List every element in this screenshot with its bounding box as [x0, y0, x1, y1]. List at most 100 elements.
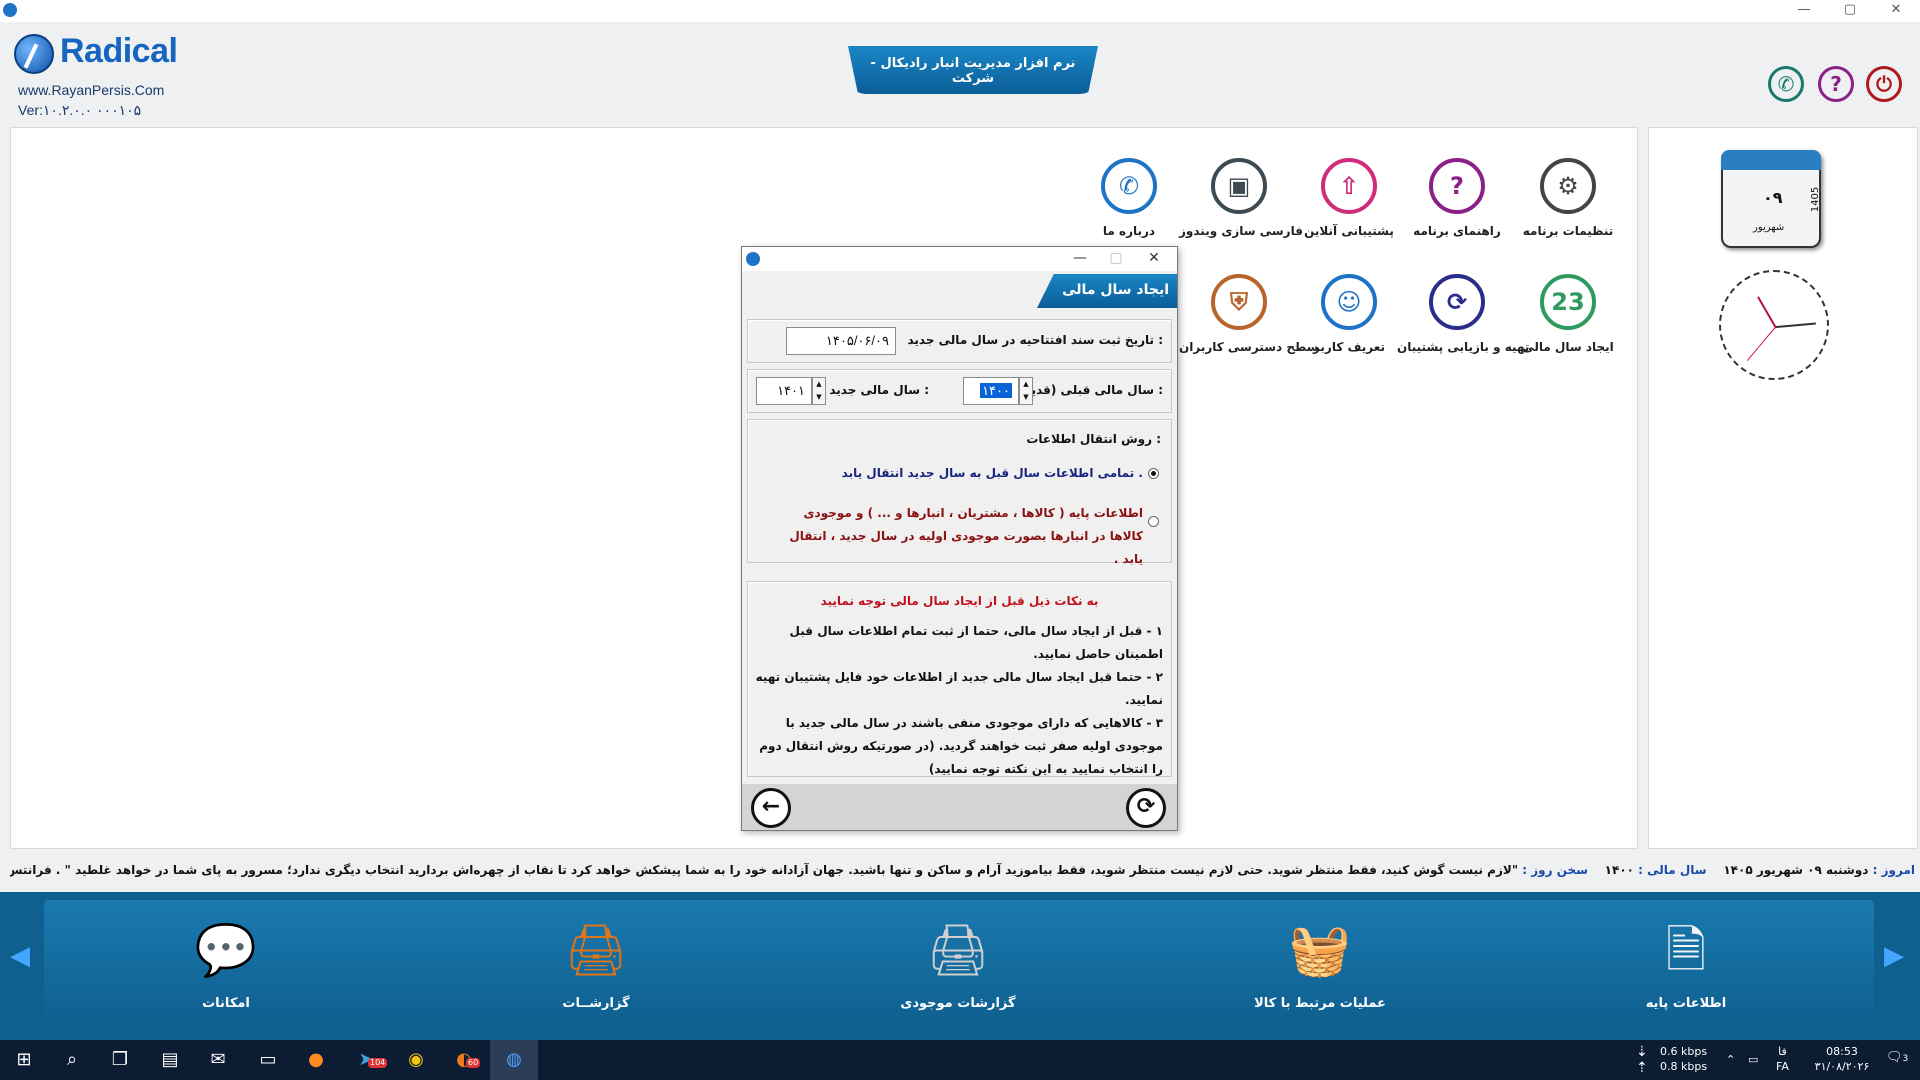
back-button[interactable]: ←: [751, 788, 791, 828]
option-base-radio[interactable]: [1148, 516, 1159, 527]
option-base-label[interactable]: اطلاعات پایه ( کالاها ، مشتریان ، انباره…: [773, 502, 1143, 571]
minimize-button[interactable]: —: [1781, 0, 1827, 22]
dialog-minimize-button[interactable]: —: [1062, 247, 1098, 271]
dialog-footer: ← ⟳: [742, 784, 1177, 830]
notes-list: ۱ - قبل از ایجاد سال مالی، حتما از ثبت ت…: [753, 620, 1163, 781]
tray-chevron-icon[interactable]: ⌃: [1726, 1052, 1735, 1067]
notifications-icon[interactable]: 🗨3: [1886, 1050, 1908, 1067]
chrome-icon[interactable]: ◉: [392, 1040, 440, 1080]
tile-label: فارسی سازی ویندوز: [1179, 224, 1303, 238]
transfer-method-title: روش انتقال اطلاعات :: [1026, 432, 1161, 446]
call-button[interactable]: ✆: [1768, 66, 1804, 102]
opening-date-group: تاریخ ثبت سند افتتاحیه در سال مالی جدید …: [747, 319, 1172, 363]
app-title: نرم افزار مدیریت انبار رادیکال - شرکت: [870, 56, 1076, 86]
question-icon: ?: [1429, 158, 1485, 214]
new-year-label: سال مالی جدید :: [829, 383, 929, 397]
backup-icon: ⟳: [1429, 274, 1485, 330]
app-icon: [3, 3, 17, 17]
tile-backup[interactable]: ⟳ تهیه و بازیابی پشتیبان: [1397, 274, 1530, 374]
dock-scroll-right-icon[interactable]: ▶: [1882, 943, 1906, 969]
radical-logo: Radical: [14, 32, 184, 76]
calendar-widget: ۰۹ شهریور 1405: [1721, 150, 1821, 248]
mail-icon[interactable]: ✉: [194, 1040, 242, 1080]
calendar-year: 1405: [1810, 186, 1822, 213]
chat-pencil-icon: 💬: [194, 921, 258, 979]
website-link[interactable]: www.RayanPersis.Com: [18, 82, 164, 98]
file-explorer-icon[interactable]: ▭: [244, 1040, 292, 1080]
calendar-month: شهریور: [1753, 222, 1785, 233]
opening-date-field[interactable]: ۱۴۰۵/۰۶/۰۹: [786, 327, 896, 355]
task-view-icon[interactable]: ❐: [96, 1040, 144, 1080]
tile-monitor[interactable]: ▣ فارسی سازی ویندوز: [1179, 158, 1303, 258]
calendar-day: ۰۹: [1763, 188, 1783, 207]
app-header: Radical www.RayanPersis.Com Ver:۱۰.۲.۰.۰…: [0, 22, 1920, 122]
tile-cloud-upload[interactable]: ⇧ پشتیبانی آنلاین: [1289, 158, 1409, 258]
start-icon[interactable]: ⊞: [0, 1040, 48, 1080]
dock-item-report-printer[interactable]: 🖨 گزارشــات: [496, 918, 696, 1028]
dock-item-documents[interactable]: 🗎 اطلاعات پایه: [1586, 918, 1786, 1028]
app-badge: 60: [466, 1058, 481, 1068]
note-item: ۳ - کالاهایی که دارای موجودی منفی باشند …: [759, 716, 1163, 776]
quote-label: سخن روز :: [1522, 863, 1588, 877]
app-orange-icon[interactable]: ◐ 60: [440, 1040, 488, 1080]
dock-item-printer-star[interactable]: 🖨 گزارشات موجودی: [858, 918, 1058, 1028]
clock-second-hand: [1746, 326, 1776, 362]
search-icon[interactable]: ⌕: [48, 1040, 96, 1080]
dialog-close-button[interactable]: ✕: [1136, 247, 1172, 271]
quote-of-day: "لازم نیست گوش کنید، فقط منتظر شوید. حتی…: [10, 863, 1519, 877]
dock-item-basket[interactable]: 🧺 عملیات مرتبط با کالا: [1220, 918, 1420, 1028]
tile-user[interactable]: ☺ تعریف کاربر: [1289, 274, 1409, 374]
tile-question[interactable]: ? راهنمای برنامه: [1397, 158, 1517, 258]
printer-star-icon: 🖨: [926, 921, 990, 979]
tray-time: 08:53: [1826, 1045, 1858, 1058]
create-fiscal-year-dialog: — ▢ ✕ ایجاد سال مالی تاریخ ثبت سند افتتا…: [741, 246, 1178, 831]
old-year-spinner[interactable]: ▲ ▼: [1019, 377, 1033, 405]
windows-taskbar: ⊞ ⌕ ❐ ▤ ✉ ▭ ● ➤ 104 ◉ ◐ 60 ◍ ⇣ ⇡ 0.6 kbps 0…: [0, 1040, 1920, 1080]
new-year-spinner[interactable]: ▲ ▼: [812, 377, 826, 405]
brand-name: Radical: [60, 32, 178, 70]
fiscal-year-value: ۱۴۰۰: [1604, 863, 1634, 877]
firefox-icon[interactable]: ●: [292, 1040, 340, 1080]
tile-gear[interactable]: ⚙ تنظیمات برنامه: [1508, 158, 1628, 258]
tile-calendar[interactable]: 23 ایجاد سال مالی: [1508, 274, 1628, 374]
dock-item-label: امکانات: [202, 996, 250, 1011]
dock-strip: 🗎 اطلاعات پایه 🧺 عملیات مرتبط با کالا 🖨 گزارش…: [44, 900, 1874, 1026]
net-down: 0.6 kbps: [1660, 1045, 1708, 1058]
dock-scroll-left-icon[interactable]: ◀: [8, 943, 32, 969]
tile-label: درباره ما: [1102, 224, 1156, 238]
tile-label: سطح دسترسی کاربران: [1179, 340, 1319, 354]
tile-shield[interactable]: ⛨ سطح دسترسی کاربران: [1179, 274, 1319, 374]
transfer-method-group: روش انتقال اطلاعات : تمامی اطلاعات سال ق…: [747, 419, 1172, 566]
tile-label: تهیه و بازیابی پشتیبان: [1397, 340, 1530, 354]
old-year-field[interactable]: ۱۴۰۰: [963, 377, 1019, 405]
app-title-tab: نرم افزار مدیریت انبار رادیکال - شرکت: [848, 46, 1098, 94]
calendar-icon: 23: [1540, 274, 1596, 330]
notification-count: 3: [1902, 1054, 1909, 1064]
radical-taskbar-icon[interactable]: ◍: [490, 1040, 538, 1080]
option-all-label[interactable]: تمامی اطلاعات سال قبل به سال جدید انتقال…: [842, 466, 1143, 480]
side-panel: ۰۹ شهریور 1405: [1648, 127, 1918, 849]
clock-hour-hand: [1775, 322, 1816, 328]
version-label: Ver:۱۰.۲.۰.۰ ۰۰۰۱۰۵: [18, 102, 142, 118]
gear-icon: ⚙: [1540, 158, 1596, 214]
help-button[interactable]: ?: [1818, 66, 1854, 102]
dock-item-label: عملیات مرتبط با کالا: [1254, 996, 1386, 1011]
option-all-radio[interactable]: [1148, 468, 1159, 479]
new-year-field[interactable]: ۱۴۰۱: [756, 377, 812, 405]
shield-icon: ⛨: [1211, 274, 1267, 330]
clock-date[interactable]: 08:53 ۳۱/۰۸/۲۰۲۶: [1804, 1044, 1880, 1074]
logo-mark-icon: [14, 34, 54, 74]
store-icon[interactable]: ▤: [146, 1040, 194, 1080]
create-confirm-button[interactable]: ⟳: [1126, 788, 1166, 828]
close-button[interactable]: ✕: [1873, 0, 1919, 22]
calendar-binding: [1721, 150, 1821, 170]
dock-item-chat-pencil[interactable]: 💬 امکانات: [126, 918, 326, 1028]
restore-button[interactable]: ▢: [1827, 0, 1873, 22]
tile-phone[interactable]: ✆ درباره ما: [1069, 158, 1189, 258]
exit-button[interactable]: ⏻: [1866, 66, 1902, 102]
dialog-titlebar: — ▢ ✕: [742, 247, 1177, 271]
note-item: ۱ - قبل از ایجاد سال مالی، حتما از ثبت ت…: [789, 624, 1163, 661]
tray-network-icon[interactable]: ▭: [1748, 1052, 1758, 1067]
language-indicator[interactable]: فا FA: [1776, 1044, 1789, 1074]
telegram-icon[interactable]: ➤ 104: [342, 1040, 390, 1080]
